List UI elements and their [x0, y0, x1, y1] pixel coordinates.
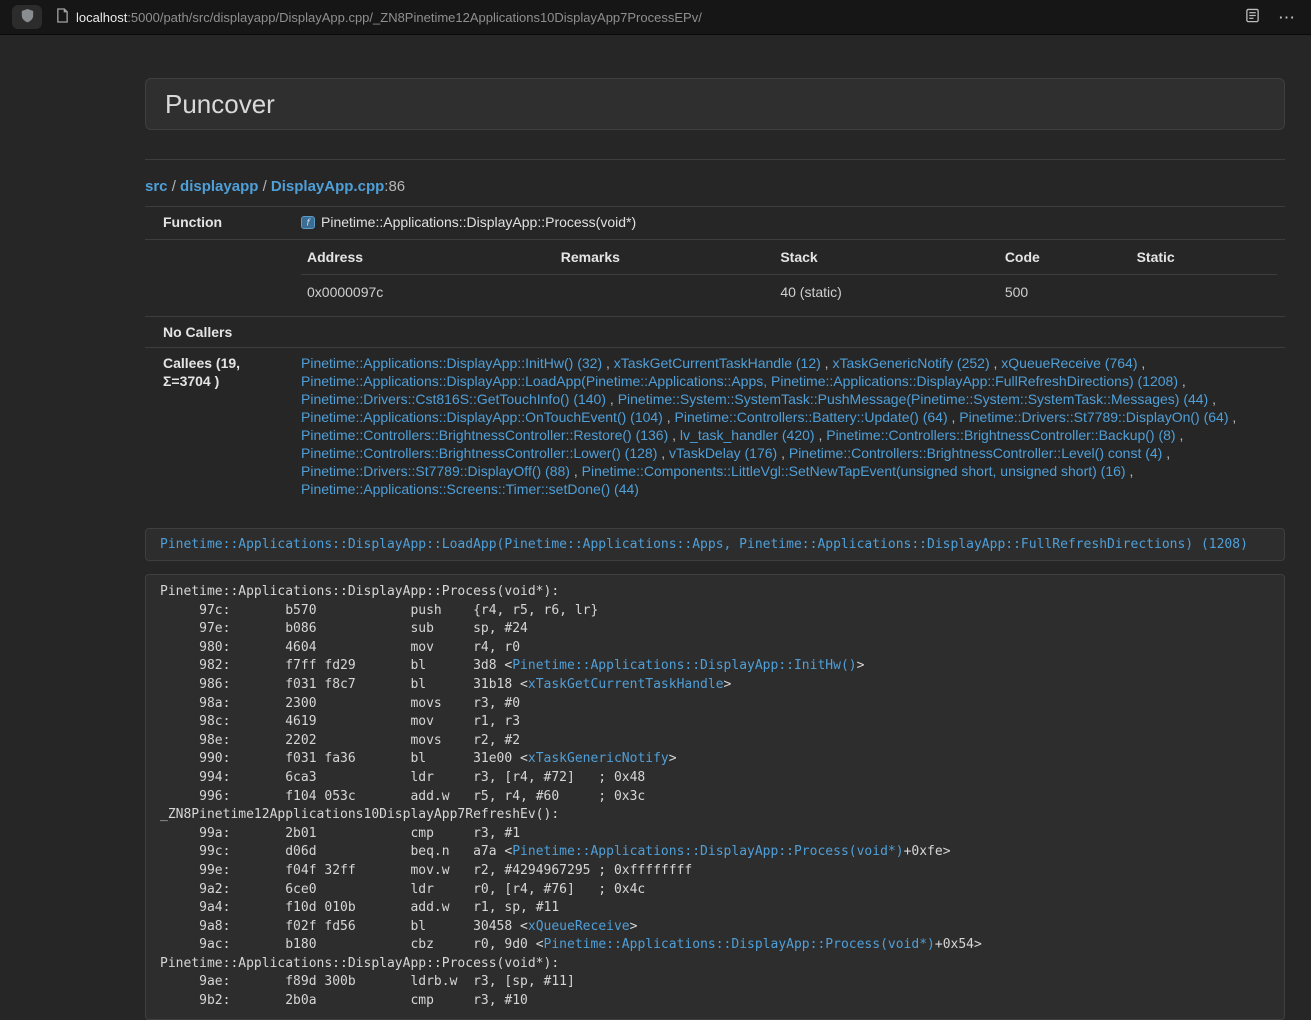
- url-text: localhost:5000/path/src/displayapp/Displ…: [76, 10, 702, 25]
- function-name: Pinetime::Applications::DisplayApp::Proc…: [321, 214, 636, 230]
- callee-link[interactable]: Pinetime::Components::LittleVgl::SetNewT…: [582, 463, 1126, 479]
- column-header-code: Code: [999, 246, 1131, 275]
- stats-header-row: Address Remarks Stack Code Static: [301, 246, 1277, 275]
- callee-link[interactable]: Pinetime::Applications::DisplayApp::OnTo…: [301, 409, 663, 425]
- callee-link[interactable]: Pinetime::Controllers::BrightnessControl…: [301, 427, 668, 443]
- callee-link[interactable]: vTaskDelay (176): [669, 445, 777, 461]
- breadcrumb: src / displayapp / DisplayApp.cpp:86: [145, 178, 1285, 195]
- callees-row: Callees (19, Σ=3704 ) Pinetime::Applicat…: [145, 348, 1285, 505]
- menu-icon: ⋯: [1278, 9, 1295, 26]
- highlight-panel: Pinetime::Applications::DisplayApp::Load…: [145, 528, 1285, 561]
- callees-list: Pinetime::Applications::DisplayApp::Init…: [293, 348, 1285, 505]
- shield-icon: [21, 8, 34, 26]
- page-title: Puncover: [165, 87, 1265, 121]
- symbol-link[interactable]: xTaskGenericNotify: [528, 751, 669, 766]
- symbol-link[interactable]: xQueueReceive: [528, 919, 630, 934]
- callee-link[interactable]: Pinetime::Controllers::BrightnessControl…: [301, 445, 657, 461]
- remarks-value: [555, 275, 775, 311]
- breadcrumb-link[interactable]: displayapp: [180, 178, 258, 195]
- no-callers-row: No Callers: [145, 317, 1285, 348]
- column-header-address: Address: [301, 246, 555, 275]
- function-row: Function f Pinetime::Applications::Displ…: [145, 207, 1285, 240]
- function-row-label: Function: [145, 207, 293, 240]
- disassembly-code: Pinetime::Applications::DisplayApp::Proc…: [160, 583, 1270, 1011]
- no-callers-label: No Callers: [145, 317, 293, 348]
- toolbar-right: ⋯: [1245, 8, 1299, 26]
- code-value: 500: [999, 275, 1131, 311]
- symbol-link[interactable]: Pinetime::Applications::DisplayApp::Proc…: [512, 844, 903, 859]
- browser-chrome: localhost:5000/path/src/displayapp/Displ…: [0, 0, 1311, 35]
- highlight-link[interactable]: Pinetime::Applications::DisplayApp::Load…: [160, 537, 1248, 552]
- url-host: localhost: [76, 10, 127, 25]
- stats-row: Address Remarks Stack Code Static 0x0000…: [145, 240, 1285, 317]
- callee-link[interactable]: Pinetime::System::SystemTask::PushMessag…: [618, 391, 1209, 407]
- symbol-link[interactable]: Pinetime::Applications::DisplayApp::Init…: [512, 658, 856, 673]
- callee-link[interactable]: Pinetime::Controllers::Battery::Update()…: [675, 409, 948, 425]
- symbol-link[interactable]: Pinetime::Applications::DisplayApp::Proc…: [544, 937, 935, 952]
- url-path: :5000/path/src/displayapp/DisplayApp.cpp…: [127, 10, 702, 25]
- page-content: Puncover src / displayapp / DisplayApp.c…: [145, 78, 1285, 1020]
- header-banner: Puncover: [145, 78, 1285, 130]
- callee-link[interactable]: Pinetime::Applications::DisplayApp::Init…: [301, 355, 602, 371]
- callee-link[interactable]: Pinetime::Applications::Screens::Timer::…: [301, 481, 639, 497]
- callee-link[interactable]: Pinetime::Drivers::St7789::DisplayOff() …: [301, 463, 570, 479]
- callee-link[interactable]: Pinetime::Controllers::BrightnessControl…: [789, 445, 1162, 461]
- callee-link[interactable]: Pinetime::Drivers::St7789::DisplayOn() (…: [959, 409, 1228, 425]
- column-header-remarks: Remarks: [555, 246, 775, 275]
- callee-link[interactable]: Pinetime::Drivers::Cst816S::GetTouchInfo…: [301, 391, 606, 407]
- callee-link[interactable]: lv_task_handler (420): [680, 427, 815, 443]
- breadcrumb-link[interactable]: src: [145, 178, 168, 195]
- address-value: 0x0000097c: [301, 275, 555, 311]
- divider: [145, 159, 1285, 160]
- menu-button[interactable]: ⋯: [1278, 9, 1295, 26]
- function-icon: f: [301, 215, 315, 233]
- callee-link[interactable]: Pinetime::Controllers::BrightnessControl…: [826, 427, 1175, 443]
- function-table: Function f Pinetime::Applications::Displ…: [145, 206, 1285, 504]
- static-value: [1131, 275, 1277, 311]
- disassembly-panel: Pinetime::Applications::DisplayApp::Proc…: [145, 574, 1285, 1020]
- page-icon: [56, 8, 69, 26]
- column-header-stack: Stack: [774, 246, 998, 275]
- reader-view-button[interactable]: [1245, 8, 1260, 26]
- stack-value: 40 (static): [774, 275, 998, 311]
- column-header-static: Static: [1131, 246, 1277, 275]
- callees-label: Callees (19, Σ=3704 ): [145, 348, 293, 505]
- symbol-link[interactable]: xTaskGetCurrentTaskHandle: [528, 677, 724, 692]
- callee-link[interactable]: xTaskGetCurrentTaskHandle (12): [614, 355, 821, 371]
- tracking-protection-button[interactable]: [12, 5, 42, 29]
- url-bar[interactable]: localhost:5000/path/src/displayapp/Displ…: [50, 8, 1237, 26]
- no-callers-value: [293, 317, 1285, 348]
- callee-link[interactable]: xTaskGenericNotify (252): [832, 355, 989, 371]
- stats-row-label: [145, 240, 293, 317]
- symbol-stats-table: Address Remarks Stack Code Static 0x0000…: [301, 246, 1277, 310]
- breadcrumb-link[interactable]: DisplayApp.cpp: [271, 178, 384, 195]
- table-row: 0x0000097c 40 (static) 500: [301, 275, 1277, 311]
- callee-link[interactable]: xQueueReceive (764): [1001, 355, 1137, 371]
- reader-view-icon: [1245, 8, 1260, 26]
- callee-link[interactable]: Pinetime::Applications::DisplayApp::Load…: [301, 373, 1178, 389]
